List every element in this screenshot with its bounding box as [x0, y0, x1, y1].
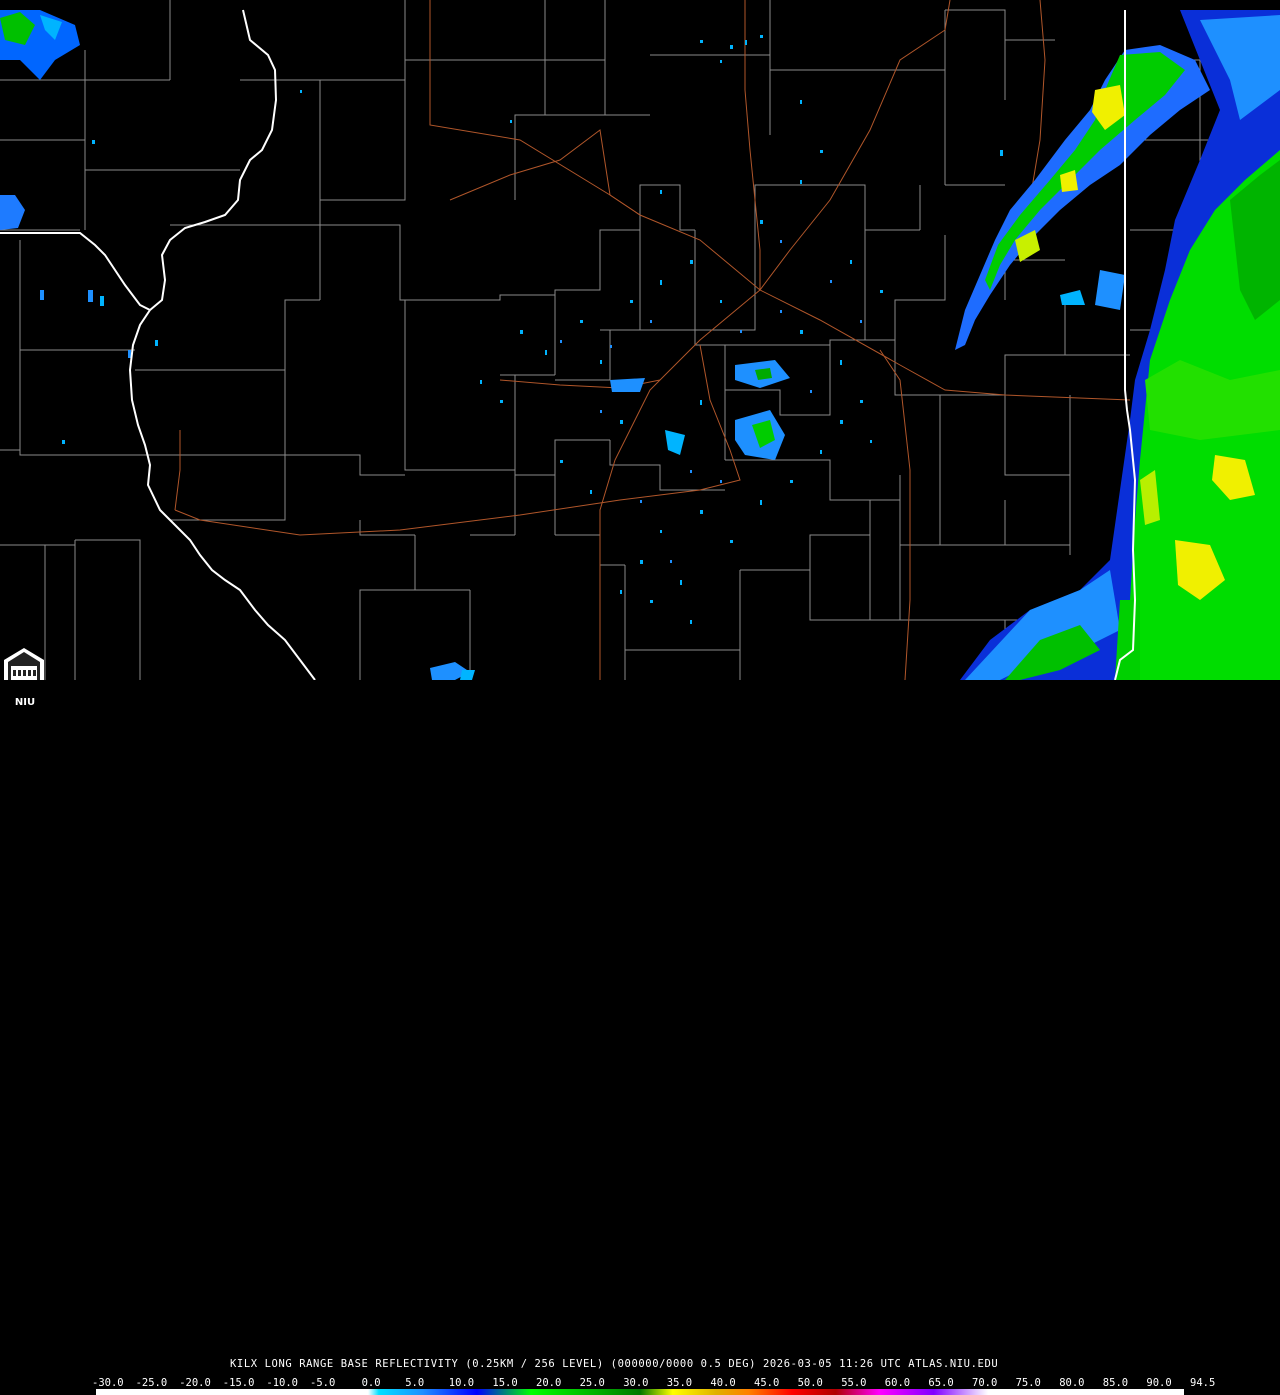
- product-title: KILX LONG RANGE BASE REFLECTIVITY (0.25K…: [230, 1358, 999, 1370]
- scale-tick-label: 65.0: [928, 1377, 954, 1389]
- reflectivity-colorbar: [96, 1389, 1184, 1395]
- scale-tick-label: 70.0: [972, 1377, 998, 1389]
- scale-tick-label: -25.0: [135, 1377, 168, 1389]
- scale-tick-label: 0.0: [361, 1377, 381, 1389]
- scale-tick-label: -10.0: [266, 1377, 298, 1389]
- scale-tick-label: -20.0: [179, 1377, 211, 1389]
- scale-tick-label: -5.0: [310, 1377, 336, 1389]
- scale-tick-label: 80.0: [1059, 1377, 1085, 1389]
- scale-tick-label: 20.0: [536, 1377, 562, 1389]
- scale-tick-label: 50.0: [797, 1377, 823, 1389]
- scale-tick-label: 35.0: [666, 1377, 693, 1389]
- scale-tick-label: 94.5: [1190, 1377, 1216, 1389]
- scale-tick-label: 30.0: [623, 1377, 649, 1389]
- scale-tick-label: 85.0: [1102, 1377, 1129, 1389]
- scale-tick-label: -15.0: [222, 1377, 255, 1389]
- scale-tick-label: 25.0: [579, 1377, 605, 1389]
- scale-tick-label: 75.0: [1015, 1377, 1041, 1389]
- scale-tick-label: 5.0: [405, 1377, 425, 1389]
- scale-tick-label: 10.0: [448, 1377, 475, 1389]
- scale-tick-label: 40.0: [710, 1377, 736, 1389]
- scale-tick-label: 90.0: [1146, 1377, 1172, 1389]
- scale-tick-label: 60.0: [884, 1377, 911, 1389]
- scale-tick-label: -30.0: [92, 1377, 124, 1389]
- scale-tick-label: 15.0: [492, 1377, 518, 1389]
- footer-panel: KILX LONG RANGE BASE REFLECTIVITY (0.25K…: [0, 680, 1280, 1395]
- radar-map: [0, 0, 1280, 680]
- scale-tick-label: 45.0: [754, 1377, 780, 1389]
- scale-labels: -30.0 -25.0 -20.0 -15.0 -10.0 -5.0 0.0 5.0 10.0 1…: [92, 1377, 1215, 1389]
- scale-tick-label: 55.0: [841, 1377, 867, 1389]
- niu-logo-text: NIU: [14, 697, 36, 708]
